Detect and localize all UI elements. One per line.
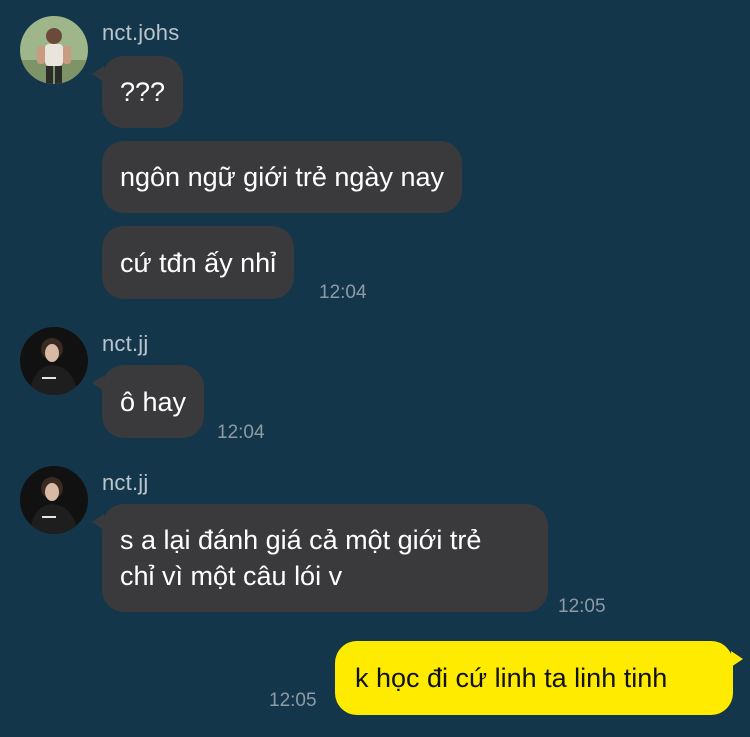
message-timestamp: 12:05: [269, 690, 317, 711]
message-timestamp: 12:04: [217, 422, 265, 443]
message-text-line: chỉ vì một câu lói v: [120, 561, 343, 591]
message-text: ngôn ngữ giới trẻ ngày nay: [120, 162, 444, 192]
message-bubble[interactable]: ô hay: [91, 365, 205, 438]
message-text: cứ tđn ấy nhỉ: [120, 247, 277, 278]
user-avatar-johs-icon[interactable]: [20, 16, 88, 84]
message-timestamp: 12:05: [558, 596, 606, 617]
message-bubble[interactable]: ngôn ngữ giới trẻ ngày nay: [102, 141, 462, 213]
sender-name: nct.johs: [102, 20, 180, 45]
message-text-line: s a lại đánh giá cả một giới trẻ: [120, 525, 482, 555]
outgoing-message-bubble[interactable]: k học đi cứ linh ta linh tinh: [335, 641, 743, 715]
message-bubble[interactable]: s a lại đánh giá cả một giới trẻ chỉ vì …: [92, 504, 548, 612]
message-text: ???: [120, 77, 166, 107]
user-avatar-jj-icon[interactable]: [20, 466, 88, 534]
sender-name: nct.jj: [102, 331, 149, 356]
user-avatar-jj-icon[interactable]: [20, 327, 88, 395]
message-timestamp: 12:04: [319, 282, 367, 303]
message-text: k học đi cứ linh ta linh tinh: [355, 663, 668, 693]
message-bubble[interactable]: ???: [91, 56, 184, 128]
chat-screen: { "colors": { "background": "#13364A", "…: [0, 0, 750, 737]
message-text: ô hay: [120, 386, 187, 417]
message-bubble[interactable]: cứ tđn ấy nhỉ: [102, 226, 295, 299]
sender-name: nct.jj: [102, 470, 149, 495]
